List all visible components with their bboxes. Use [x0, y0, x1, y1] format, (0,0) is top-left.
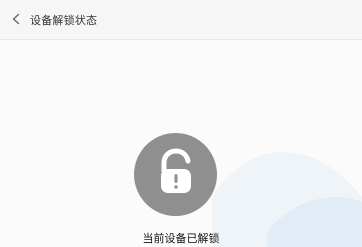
back-button[interactable] — [2, 0, 30, 40]
page-title: 设备解锁状态 — [30, 13, 98, 27]
main-content: 当前设备已解锁 — [0, 40, 362, 247]
top-bar: 设备解锁状态 — [0, 0, 362, 40]
unlock-status-text: 当前设备已解锁 — [142, 232, 220, 245]
unlocked-padlock-icon — [146, 143, 206, 207]
chevron-left-icon — [11, 10, 21, 29]
lock-status-circle — [134, 133, 217, 216]
